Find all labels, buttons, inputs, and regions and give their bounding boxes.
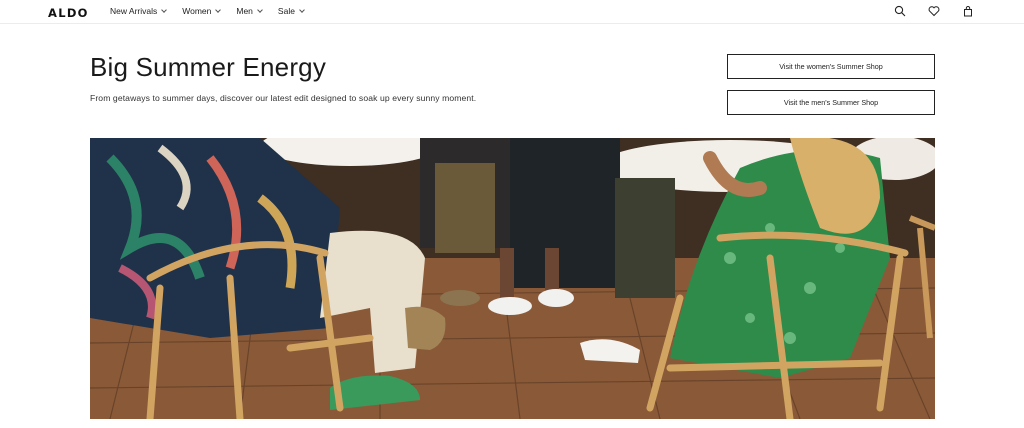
nav-men[interactable]: Men bbox=[236, 6, 263, 16]
nav-sale[interactable]: Sale bbox=[277, 6, 305, 16]
aldo-logo[interactable]: ALDO bbox=[48, 6, 89, 20]
nav-sale-label: Sale bbox=[277, 6, 295, 16]
chevron-down-icon bbox=[215, 6, 222, 13]
nav-women[interactable]: Women bbox=[182, 6, 222, 16]
header-icons bbox=[894, 5, 974, 17]
chevron-down-icon bbox=[161, 6, 168, 13]
womens-summer-shop-button[interactable]: Visit the women's Summer Shop bbox=[727, 54, 935, 79]
nav-women-label: Women bbox=[182, 6, 212, 16]
bag-icon[interactable] bbox=[962, 5, 974, 17]
page-title: Big Summer Energy bbox=[90, 52, 327, 82]
mens-summer-shop-button[interactable]: Visit the men's Summer Shop bbox=[727, 90, 935, 115]
nav-new-arrivals-label: New Arrivals bbox=[110, 6, 158, 16]
search-icon[interactable] bbox=[894, 5, 906, 17]
chevron-down-icon bbox=[299, 6, 305, 13]
nav-men-label: Men bbox=[236, 6, 253, 16]
nav-new-arrivals[interactable]: New Arrivals bbox=[110, 6, 168, 16]
heart-icon[interactable] bbox=[928, 5, 940, 17]
page-subtitle: From getaways to summer days, discover o… bbox=[90, 93, 477, 103]
hero-image[interactable] bbox=[90, 138, 935, 419]
chevron-down-icon bbox=[257, 6, 263, 13]
site-header: ALDO New Arrivals Women Men Sale bbox=[0, 0, 1024, 24]
main-nav: New Arrivals Women Men Sale bbox=[110, 6, 305, 16]
